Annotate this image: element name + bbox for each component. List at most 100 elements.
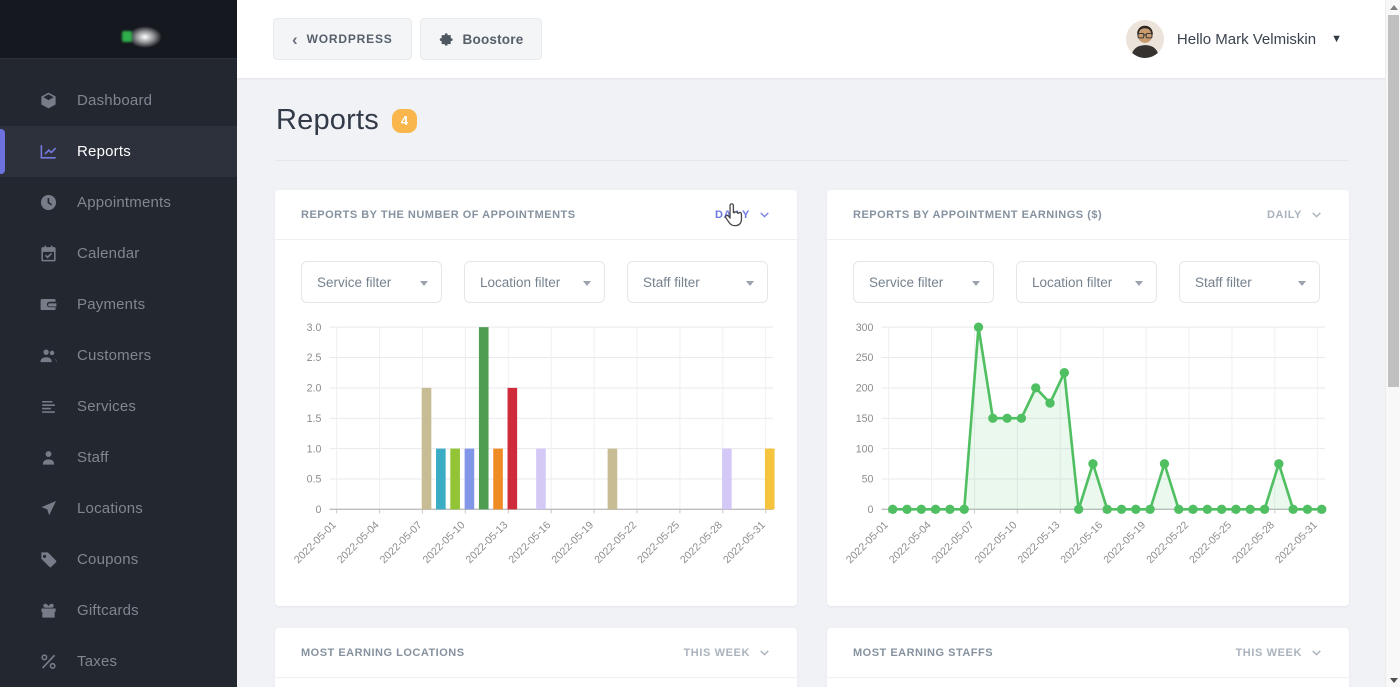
sidebar-item-taxes[interactable]: Taxes (0, 636, 237, 687)
user-menu[interactable]: Hello Mark Velmiskin ▼ (1126, 20, 1342, 58)
svg-text:2022-05-04: 2022-05-04 (887, 519, 934, 566)
puzzle-icon (439, 32, 454, 47)
boostore-button[interactable]: Boostore (420, 18, 543, 60)
earnings-filters: Service filter Location filter Staff filte… (827, 240, 1349, 307)
staffs-period-dropdown[interactable]: THIS WEEK (1235, 646, 1323, 659)
sidebar-item-label: Locations (77, 500, 143, 517)
svg-text:2022-05-31: 2022-05-31 (721, 519, 768, 566)
tag-icon (37, 549, 59, 571)
staff-filter-select[interactable]: Staff filter (1179, 261, 1320, 303)
divider (275, 160, 1349, 161)
svg-text:2022-05-07: 2022-05-07 (378, 519, 425, 566)
caret-down-icon (583, 281, 591, 286)
appointments-period-dropdown[interactable]: DAILY (715, 208, 771, 221)
appointments-filters: Service filter Location filter Staff filte… (275, 240, 797, 307)
app-root: Dashboard Reports Appointments Calendar Paym… (0, 0, 1400, 687)
svg-text:2022-05-13: 2022-05-13 (1016, 519, 1063, 566)
calendar-check-icon (37, 243, 59, 265)
wordpress-button-label: WORDPRESS (307, 32, 393, 46)
sidebar-item-services[interactable]: Services (0, 381, 237, 432)
wallet-icon (37, 294, 59, 316)
sidebar-item-calendar[interactable]: Calendar (0, 228, 237, 279)
earnings-report-card: REPORTS BY APPOINTMENT EARNINGS ($) DAIL… (827, 190, 1349, 606)
location-filter-select[interactable]: Location filter (464, 261, 605, 303)
scroll-up-icon[interactable] (1386, 0, 1400, 14)
sidebar-item-coupons[interactable]: Coupons (0, 534, 237, 585)
svg-text:100: 100 (856, 443, 874, 455)
appointments-bar-chart: 00.51.01.52.02.53.02022-05-012022-05-042… (275, 307, 797, 606)
sidebar: Dashboard Reports Appointments Calendar Paym… (0, 0, 237, 687)
staff-filter-select[interactable]: Staff filter (627, 261, 768, 303)
users-icon (37, 345, 59, 367)
sidebar-item-label: Staff (77, 449, 109, 466)
user-avatar (1126, 20, 1164, 58)
scroll-down-icon[interactable] (1386, 673, 1400, 687)
card-title: REPORTS BY APPOINTMENT EARNINGS ($) (853, 209, 1102, 221)
card-title: REPORTS BY THE NUMBER OF APPOINTMENTS (301, 209, 576, 221)
svg-text:2022-05-10: 2022-05-10 (973, 519, 1020, 566)
chevron-down-icon (1310, 646, 1323, 659)
appointments-report-card: REPORTS BY THE NUMBER OF APPOINTMENTS DA… (275, 190, 797, 606)
svg-text:2022-05-28: 2022-05-28 (1230, 519, 1277, 566)
svg-text:2022-05-22: 2022-05-22 (592, 519, 639, 566)
svg-text:3.0: 3.0 (307, 322, 322, 334)
location-arrow-icon (37, 498, 59, 520)
sidebar-item-dashboard[interactable]: Dashboard (0, 75, 237, 126)
svg-text:0: 0 (868, 504, 874, 516)
sidebar-item-locations[interactable]: Locations (0, 483, 237, 534)
topbar: ‹ WORDPRESS Boostore (237, 0, 1400, 78)
page-content: Reports 4 REPORTS BY THE NUMBER OF APPOI… (237, 78, 1400, 687)
sidebar-item-payments[interactable]: Payments (0, 279, 237, 330)
cube-icon (37, 90, 59, 112)
svg-text:2.0: 2.0 (307, 383, 322, 395)
svg-text:2022-05-25: 2022-05-25 (635, 519, 682, 566)
sidebar-item-label: Appointments (77, 194, 171, 211)
chevron-left-icon: ‹ (292, 31, 298, 48)
svg-text:0: 0 (316, 504, 322, 516)
gift-icon (37, 600, 59, 622)
page-title: Reports (276, 104, 379, 137)
chart-line-icon (37, 141, 59, 163)
scrollbar-thumb[interactable] (1388, 15, 1399, 387)
service-filter-select[interactable]: Service filter (301, 261, 442, 303)
sidebar-item-label: Giftcards (77, 602, 139, 619)
logo-glow-icon (128, 26, 162, 48)
svg-text:250: 250 (856, 352, 874, 364)
vertical-scrollbar[interactable] (1385, 0, 1400, 687)
chevron-down-icon (758, 208, 771, 221)
sidebar-item-label: Customers (77, 347, 151, 364)
app-logo[interactable] (0, 0, 237, 59)
sidebar-item-label: Dashboard (77, 92, 152, 109)
caret-down-icon (972, 281, 980, 286)
caret-down-icon (1135, 281, 1143, 286)
caret-down-icon (420, 281, 428, 286)
svg-text:2022-05-31: 2022-05-31 (1273, 519, 1320, 566)
sidebar-item-label: Reports (77, 143, 131, 160)
locations-period-dropdown[interactable]: THIS WEEK (683, 646, 771, 659)
caret-down-icon (1298, 281, 1306, 286)
svg-text:2022-05-19: 2022-05-19 (1101, 519, 1148, 566)
service-filter-select[interactable]: Service filter (853, 261, 994, 303)
chevron-down-icon (1310, 208, 1323, 221)
svg-text:0.5: 0.5 (307, 474, 322, 486)
earnings-period-dropdown[interactable]: DAILY (1267, 208, 1323, 221)
svg-text:2022-05-01: 2022-05-01 (292, 519, 339, 566)
sidebar-item-appointments[interactable]: Appointments (0, 177, 237, 228)
svg-text:150: 150 (856, 413, 874, 425)
sidebar-nav: Dashboard Reports Appointments Calendar Paym… (0, 59, 237, 687)
sidebar-item-reports[interactable]: Reports (0, 126, 237, 177)
main-area: ‹ WORDPRESS Boostore (237, 0, 1400, 687)
sidebar-item-label: Payments (77, 296, 145, 313)
wordpress-back-button[interactable]: ‹ WORDPRESS (273, 18, 412, 60)
location-filter-select[interactable]: Location filter (1016, 261, 1157, 303)
sidebar-item-staff[interactable]: Staff (0, 432, 237, 483)
sidebar-item-label: Services (77, 398, 136, 415)
list-lines-icon (37, 396, 59, 418)
sidebar-item-giftcards[interactable]: Giftcards (0, 585, 237, 636)
sidebar-item-label: Taxes (77, 653, 117, 670)
boostore-button-label: Boostore (463, 32, 524, 47)
sidebar-item-customers[interactable]: Customers (0, 330, 237, 381)
svg-text:2022-05-13: 2022-05-13 (464, 519, 511, 566)
svg-text:2022-05-22: 2022-05-22 (1144, 519, 1191, 566)
sidebar-item-label: Coupons (77, 551, 138, 568)
